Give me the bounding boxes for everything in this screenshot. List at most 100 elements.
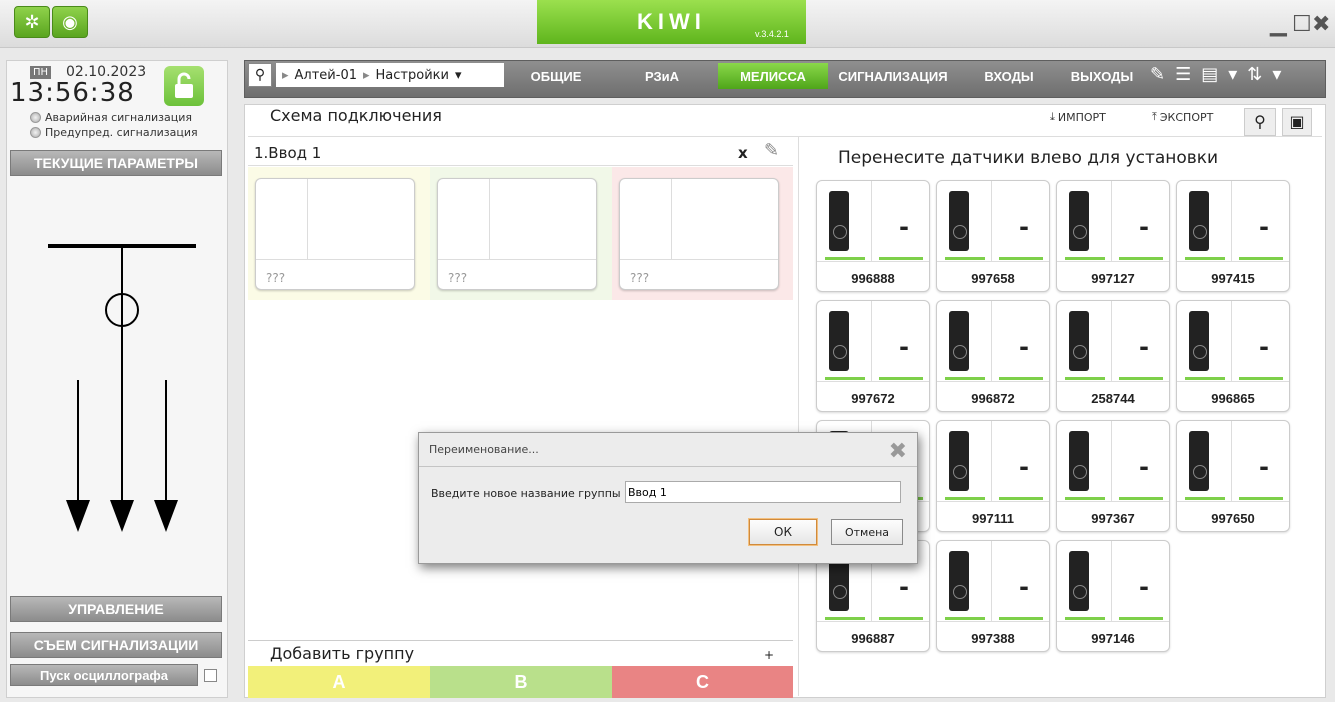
- group-name-input[interactable]: [625, 481, 901, 503]
- sensor-device-icon: [949, 551, 969, 611]
- sensor-slot[interactable]: ???: [619, 178, 779, 290]
- close-icon[interactable]: ✖: [1312, 12, 1330, 37]
- add-group-plus[interactable]: +: [764, 648, 774, 662]
- sensor-status-bar: [879, 257, 923, 260]
- sensor-id: 997111: [972, 511, 1014, 526]
- phase-c-label: C: [612, 666, 793, 698]
- breadcrumb-device[interactable]: Алтей-01: [295, 68, 357, 83]
- phase-a-label: A: [248, 666, 430, 698]
- zoom-icon[interactable]: ⚲: [1244, 108, 1276, 136]
- sensor-value: -: [899, 333, 909, 361]
- sensor-value: -: [1139, 453, 1149, 481]
- group-name-label: Введите новое название группы: [431, 487, 621, 500]
- toolbar-icons[interactable]: ✎☰▤▾⇅▾: [1150, 64, 1291, 85]
- divider: [248, 136, 1322, 137]
- single-line-diagram: [48, 244, 196, 532]
- close-group-button[interactable]: x: [738, 144, 748, 162]
- tab-melissa[interactable]: МЕЛИССА: [718, 63, 828, 89]
- sensor-card[interactable]: - 997127: [1056, 180, 1170, 292]
- sensor-status-bar: [945, 257, 985, 260]
- save-icon[interactable]: ▣: [1282, 108, 1312, 136]
- sensor-status-bar: [879, 377, 923, 380]
- sensor-card[interactable]: - 258744: [1056, 300, 1170, 412]
- oscillograph-checkbox[interactable]: [204, 669, 217, 682]
- sensor-card[interactable]: - 997367: [1056, 420, 1170, 532]
- breadcrumb-settings[interactable]: Настройки: [376, 68, 449, 83]
- current-time: 13:56:38: [10, 78, 135, 108]
- control-button[interactable]: УПРАВЛЕНИЕ: [10, 596, 222, 622]
- sensor-status-bar: [999, 377, 1043, 380]
- sensor-status-bar: [999, 497, 1043, 500]
- warning-alarm-indicator: Предупред. сигнализация: [30, 126, 198, 139]
- sensor-status-bar: [1119, 497, 1163, 500]
- sensor-value: -: [1259, 213, 1269, 241]
- sensor-device-icon: [1069, 431, 1089, 491]
- sensor-card[interactable]: - 996865: [1176, 300, 1290, 412]
- maximize-icon[interactable]: ☐: [1292, 12, 1312, 37]
- import-label: ИМПОРТ: [1057, 110, 1106, 124]
- close-icon[interactable]: ✖: [889, 439, 907, 464]
- reset-alarm-button[interactable]: СЪЕМ СИГНАЛИЗАЦИИ: [10, 632, 222, 658]
- tab-rza[interactable]: РЗиА: [612, 63, 712, 89]
- sensor-id: 997415: [1211, 271, 1255, 286]
- chevron-down-icon[interactable]: ▾: [455, 68, 462, 83]
- rename-dialog: Переименование... ✖ Введите новое назван…: [418, 432, 918, 564]
- sensor-status-bar: [1185, 257, 1225, 260]
- sensor-device-icon: [1069, 311, 1089, 371]
- cancel-button[interactable]: Отмена: [831, 519, 903, 545]
- sensor-card[interactable]: - 997146: [1056, 540, 1170, 652]
- sensor-value: -: [1019, 453, 1029, 481]
- sensor-value: -: [1139, 213, 1149, 241]
- sensor-id: 997672: [851, 391, 895, 406]
- phase-b-label: B: [430, 666, 612, 698]
- chevron-right-icon: ▸: [282, 67, 289, 83]
- loading-icon[interactable]: ✲: [14, 6, 50, 38]
- sensor-id: 996872: [971, 391, 1015, 406]
- sensor-device-icon: [949, 311, 969, 371]
- ok-button[interactable]: ОК: [749, 519, 817, 545]
- tab-outputs[interactable]: ВЫХОДЫ: [1058, 63, 1146, 89]
- sensor-id: 997146: [1091, 631, 1135, 646]
- sensor-status-bar: [1119, 617, 1163, 620]
- sensor-card[interactable]: - 997658: [936, 180, 1050, 292]
- add-group-row[interactable]: Добавить группу: [248, 640, 793, 666]
- export-label: ЭКСПОРТ: [1159, 110, 1214, 124]
- tab-general[interactable]: ОБЩИЕ: [508, 63, 604, 89]
- download-icon: ⤓: [1050, 110, 1055, 123]
- sensor-device-icon: [949, 191, 969, 251]
- unlock-icon[interactable]: [164, 66, 204, 106]
- sensor-status-bar: [999, 257, 1043, 260]
- sensor-value: -: [1139, 333, 1149, 361]
- edit-icon[interactable]: ✎: [764, 140, 779, 161]
- oscillograph-start-button[interactable]: Пуск осциллографа: [10, 664, 198, 686]
- tab-inputs[interactable]: ВХОДЫ: [964, 63, 1054, 89]
- upload-icon: ⤒: [1152, 110, 1157, 123]
- sensor-device-icon: [1189, 191, 1209, 251]
- sensor-card[interactable]: - 996872: [936, 300, 1050, 412]
- sensor-card[interactable]: - 996888: [816, 180, 930, 292]
- sensor-slot[interactable]: ???: [255, 178, 415, 290]
- sensor-card[interactable]: - 997111: [936, 420, 1050, 532]
- current-params-button[interactable]: ТЕКУЩИЕ ПАРАМЕТРЫ: [10, 150, 222, 176]
- sensor-card[interactable]: - 997650: [1176, 420, 1290, 532]
- sensor-value: -: [1019, 213, 1029, 241]
- sensor-slot[interactable]: ???: [437, 178, 597, 290]
- sensor-value: -: [1019, 333, 1029, 361]
- sensor-status-bar: [1065, 257, 1105, 260]
- search-icon[interactable]: ⚲: [248, 63, 272, 87]
- sensor-status-bar: [825, 617, 865, 620]
- sensor-device-icon: [829, 311, 849, 371]
- dialog-title: Переименование...: [419, 433, 917, 467]
- sensor-card[interactable]: - 997672: [816, 300, 930, 412]
- export-button[interactable]: ⤒ ЭКСПОРТ: [1152, 110, 1213, 124]
- sensor-card[interactable]: - 997415: [1176, 180, 1290, 292]
- sensor-card[interactable]: - 997388: [936, 540, 1050, 652]
- tab-alarm[interactable]: СИГНАЛИЗАЦИЯ: [828, 63, 958, 89]
- record-icon[interactable]: ◉: [52, 6, 88, 38]
- sensor-status-bar: [1185, 497, 1225, 500]
- sensor-value: -: [1259, 453, 1269, 481]
- import-button[interactable]: ⤓ ИМПОРТ: [1050, 110, 1106, 124]
- minimize-icon[interactable]: ▁: [1270, 12, 1287, 37]
- sensor-status-bar: [1119, 257, 1163, 260]
- sensor-id: 997650: [1211, 511, 1255, 526]
